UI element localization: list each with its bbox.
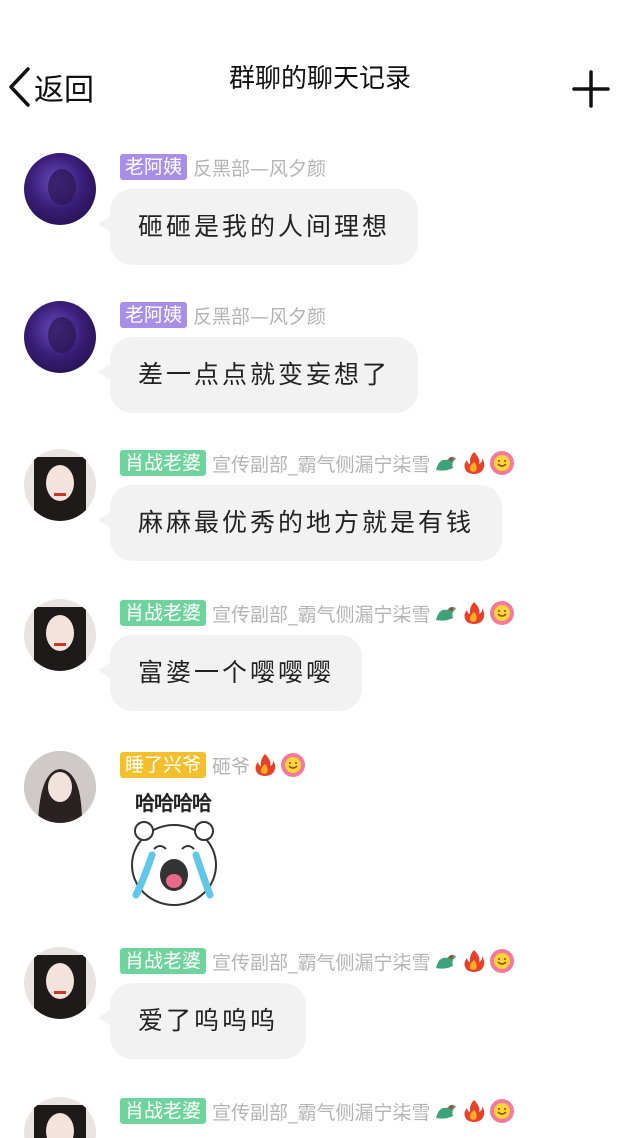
avatar[interactable]: [24, 153, 96, 225]
avatar[interactable]: [24, 301, 96, 373]
member-tag: 肖战老婆: [120, 1098, 207, 1124]
avatar[interactable]: [24, 599, 96, 671]
message-bubble[interactable]: 富婆一个嘤嘤嘤: [110, 635, 363, 711]
message-item: 老阿姨 反黑部—风夕颜 砸砸是我的人间理想: [0, 153, 640, 273]
avatar[interactable]: [24, 947, 96, 1019]
sender-name[interactable]: 宣传副部_霸气侧漏宁柒雪: [212, 450, 431, 477]
avatar-image: [34, 1105, 86, 1138]
fire-badge-icon: [464, 602, 484, 624]
message-meta: 肖战老婆 宣传副部_霸气侧漏宁柒雪: [120, 947, 515, 975]
dragon-badge-icon: [435, 456, 456, 471]
avatar[interactable]: [24, 449, 96, 521]
avatar-image: [24, 751, 96, 823]
message-meta: 老阿姨 反黑部—风夕颜: [120, 153, 326, 181]
fire-badge-icon: [464, 1100, 484, 1122]
member-tag: 肖战老婆: [120, 948, 207, 974]
sender-name[interactable]: 反黑部—风夕颜: [193, 154, 326, 181]
smile-badge-icon: [489, 451, 514, 475]
message-meta: 肖战老婆 宣传副部_霸气侧漏宁柒雪: [120, 449, 515, 477]
sticker-image[interactable]: 哈哈哈哈: [114, 787, 232, 911]
member-tag: 睡了兴爷: [120, 752, 207, 778]
sender-name[interactable]: 宣传副部_霸气侧漏宁柒雪: [212, 1098, 431, 1125]
sender-name[interactable]: 砸爷: [212, 752, 250, 779]
message-bubble[interactable]: 麻麻最优秀的地方就是有钱: [110, 485, 503, 561]
smile-badge-icon: [489, 601, 514, 625]
avatar-image: [48, 317, 76, 353]
message-meta: 睡了兴爷 砸爷: [120, 751, 306, 779]
message-bubble[interactable]: 爱了呜呜呜: [110, 983, 307, 1059]
laughing-bear-sticker: [131, 821, 217, 906]
avatar-image: [34, 457, 86, 521]
member-tag: 老阿姨: [120, 154, 188, 180]
plus-icon[interactable]: [570, 68, 612, 110]
avatar-image: [34, 607, 86, 671]
sender-name[interactable]: 宣传副部_霸气侧漏宁柒雪: [212, 948, 431, 975]
sender-name[interactable]: 反黑部—风夕颜: [193, 302, 326, 329]
member-tag: 老阿姨: [120, 302, 188, 328]
smile-badge-icon: [489, 1099, 514, 1123]
message-item: 睡了兴爷 砸爷 哈哈哈哈: [0, 751, 640, 921]
page-title: 群聊的聊天记录: [228, 64, 411, 94]
message-item: 肖战老婆 宣传副部_霸气侧漏宁柒雪 富婆一个嘤嘤嘤: [0, 599, 640, 719]
message-meta: 肖战老婆 宣传副部_霸气侧漏宁柒雪: [120, 599, 515, 627]
fire-badge-icon: [255, 754, 276, 776]
avatar-image: [48, 169, 76, 205]
avatar[interactable]: [24, 751, 96, 823]
dragon-badge-icon: [435, 1104, 456, 1119]
message-meta: 肖战老婆 宣传副部_霸气侧漏宁柒雪: [120, 1097, 515, 1125]
header-bar: 返回 群聊的聊天记录: [0, 0, 640, 140]
sender-name[interactable]: 宣传副部_霸气侧漏宁柒雪: [212, 600, 431, 627]
message-item: 肖战老婆 宣传副部_霸气侧漏宁柒雪: [0, 1097, 640, 1138]
fire-badge-icon: [464, 452, 484, 474]
member-tag: 肖战老婆: [120, 600, 207, 626]
member-tag: 肖战老婆: [120, 450, 207, 476]
smile-badge-icon: [281, 753, 306, 777]
message-meta: 老阿姨 反黑部—风夕颜: [120, 301, 326, 329]
message-item: 肖战老婆 宣传副部_霸气侧漏宁柒雪 爱了呜呜呜: [0, 947, 640, 1067]
fire-badge-icon: [464, 950, 484, 972]
message-item: 老阿姨 反黑部—风夕颜 差一点点就变妄想了: [0, 301, 640, 421]
message-bubble[interactable]: 砸砸是我的人间理想: [110, 189, 419, 265]
avatar[interactable]: [24, 1097, 96, 1138]
message-bubble[interactable]: 差一点点就变妄想了: [110, 337, 419, 413]
smile-badge-icon: [489, 949, 514, 973]
dragon-badge-icon: [435, 954, 456, 969]
avatar-image: [34, 955, 86, 1019]
message-item: 肖战老婆 宣传副部_霸气侧漏宁柒雪 麻麻最优秀的地方就是有钱: [0, 449, 640, 569]
dragon-badge-icon: [435, 606, 456, 621]
